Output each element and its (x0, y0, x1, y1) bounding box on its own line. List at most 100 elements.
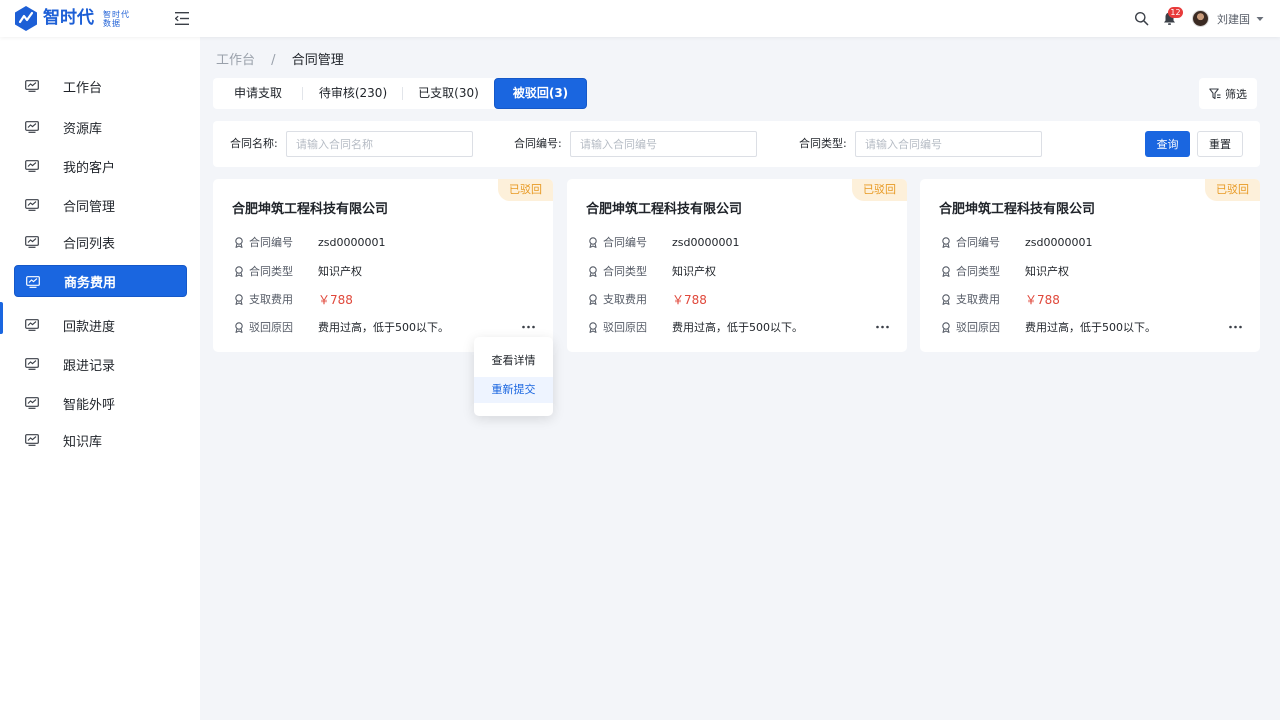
chart-monitor-icon (25, 236, 39, 248)
field-label: 合同编号 (956, 236, 1000, 249)
award-icon (235, 265, 243, 277)
contract-number-value: zsd0000001 (318, 235, 386, 249)
chart-monitor-icon (26, 276, 40, 288)
field-label: 驳回原因 (956, 321, 1000, 334)
tab-label: 待审核(230) (318, 86, 388, 100)
query-button[interactable]: 查询 (1145, 131, 1190, 157)
logo[interactable]: 智时代 智时代数据 (14, 5, 137, 32)
field-label: 合同编号 (603, 236, 647, 249)
contract-number-input[interactable] (570, 131, 757, 157)
sidebar-item-label: 商务费用 (64, 275, 117, 291)
sidebar-item-label: 工作台 (63, 80, 103, 96)
contract-type-label: 合同类型: (799, 137, 847, 150)
reset-button[interactable]: 重置 (1197, 131, 1243, 157)
award-icon (942, 236, 950, 248)
contract-type-row: 合同类型 知识产权 (588, 263, 716, 279)
breadcrumb-root[interactable]: 工作台 (216, 53, 255, 68)
search-panel: 合同名称: 合同编号: 合同类型: 查询 重置 (213, 121, 1260, 167)
filter-label: 筛选 (1225, 87, 1247, 101)
award-icon (235, 293, 243, 305)
status-tabs: 申请支取 待审核(230) 已支取(30) 被驳回(3) (213, 78, 587, 109)
field-label: 驳回原因 (249, 321, 293, 334)
sidebar-item-label: 我的客户 (63, 160, 116, 176)
contract-number-row: 合同编号 zsd0000001 (941, 234, 1092, 250)
award-icon (589, 321, 597, 333)
logo-subtitle: 智时代数据 (103, 9, 130, 28)
sidebar-item-contract-management[interactable]: 合同管理 (14, 189, 187, 221)
resubmit-option[interactable]: 重新提交 (474, 377, 553, 403)
chart-monitor-icon (25, 199, 39, 211)
contract-number-value: zsd0000001 (672, 235, 740, 249)
tab-withdrawn[interactable]: 已支取(30) (403, 78, 494, 109)
search-icon[interactable] (1134, 11, 1149, 26)
contract-card[interactable]: 已驳回 合肥坤筑工程科技有限公司 合同编号 zsd0000001 合同类型 知识产权 支取费… (213, 179, 553, 352)
sidebar-item-resource-library[interactable]: 资源库 (14, 111, 187, 143)
sidebar-item-contract-list[interactable]: 合同列表 (14, 226, 187, 258)
chart-monitor-icon (25, 80, 39, 92)
logo-title: 智时代 (43, 8, 94, 28)
more-horizontal-icon[interactable] (1228, 321, 1243, 333)
tab-label: 已支取(30) (418, 86, 479, 100)
chart-monitor-icon (25, 397, 39, 409)
contract-type-input[interactable] (855, 131, 1042, 157)
sidebar-item-follow-up-records[interactable]: 跟进记录 (14, 348, 187, 380)
sidebar-item-my-customers[interactable]: 我的客户 (14, 150, 187, 182)
fee-row: 支取费用 ￥788 (941, 291, 1060, 307)
menu-fold-icon[interactable] (175, 12, 189, 25)
user-menu[interactable]: 刘建国 (1192, 9, 1264, 28)
field-label: 支取费用 (249, 293, 293, 306)
fee-row: 支取费用 ￥788 (234, 291, 353, 307)
breadcrumb-current: 合同管理 (291, 53, 344, 68)
field-label: 合同编号 (249, 236, 293, 249)
sidebar-item-business-expenses[interactable]: 商务费用 (14, 265, 187, 297)
sidebar-item-label: 智能外呼 (63, 397, 116, 413)
fee-row: 支取费用 ￥788 (588, 291, 707, 307)
filter-icon (1209, 87, 1221, 99)
contract-type-value: 知识产权 (318, 265, 362, 278)
chart-monitor-icon (25, 319, 39, 331)
tab-pending-review[interactable]: 待审核(230) (303, 78, 403, 109)
reject-reason-row: 驳回原因 费用过高，低于500以下。 (234, 319, 449, 335)
sidebar-item-workbench[interactable]: 工作台 (14, 70, 187, 102)
sidebar-item-label: 知识库 (63, 434, 103, 450)
award-icon (589, 236, 597, 248)
tab-rejected[interactable]: 被驳回(3) (494, 78, 587, 109)
status-badge: 已驳回 (1205, 179, 1260, 201)
contract-name-input[interactable] (286, 131, 473, 157)
field-label: 合同类型 (249, 265, 293, 278)
award-icon (942, 321, 950, 333)
active-indicator (0, 302, 3, 334)
field-label: 合同类型 (956, 265, 1000, 278)
breadcrumb-separator: / (271, 53, 276, 68)
fee-value: ￥788 (1025, 292, 1060, 307)
contract-card[interactable]: 已驳回 合肥坤筑工程科技有限公司 合同编号 zsd0000001 合同类型 知识产权 支取费… (567, 179, 907, 352)
award-icon (589, 293, 597, 305)
sidebar-item-payment-progress[interactable]: 回款进度 (14, 309, 187, 341)
reject-reason-row: 驳回原因 费用过高，低于500以下。 (588, 319, 803, 335)
sidebar-item-knowledge-base[interactable]: 知识库 (14, 424, 187, 456)
company-name: 合肥坤筑工程科技有限公司 (586, 202, 743, 217)
more-horizontal-icon[interactable] (875, 321, 890, 333)
chart-monitor-icon (25, 434, 39, 446)
filter-button[interactable]: 筛选 (1199, 78, 1257, 109)
tab-label: 被驳回(3) (512, 86, 569, 100)
avatar (1192, 10, 1209, 27)
more-horizontal-icon[interactable] (521, 321, 536, 333)
sidebar-item-label: 跟进记录 (63, 358, 116, 374)
field-label: 驳回原因 (603, 321, 647, 334)
contract-card[interactable]: 已驳回 合肥坤筑工程科技有限公司 合同编号 zsd0000001 合同类型 知识产权 支取费… (920, 179, 1260, 352)
award-icon (589, 265, 597, 277)
reject-reason-row: 驳回原因 费用过高，低于500以下。 (941, 319, 1156, 335)
contract-number-row: 合同编号 zsd0000001 (234, 234, 385, 250)
contract-number-value: zsd0000001 (1025, 235, 1093, 249)
card-actions-dropdown: 查看详情 重新提交 (474, 337, 553, 416)
sidebar-item-label: 回款进度 (63, 319, 116, 335)
tab-apply-withdraw[interactable]: 申请支取 (213, 78, 303, 109)
user-name: 刘建国 (1217, 12, 1250, 26)
notification-badge: 12 (1168, 7, 1183, 18)
sidebar-item-smart-outbound-call[interactable]: 智能外呼 (14, 387, 187, 419)
view-details-option[interactable]: 查看详情 (474, 348, 553, 374)
field-label: 支取费用 (603, 293, 647, 306)
contract-type-row: 合同类型 知识产权 (234, 263, 362, 279)
tab-label: 申请支取 (233, 86, 282, 100)
